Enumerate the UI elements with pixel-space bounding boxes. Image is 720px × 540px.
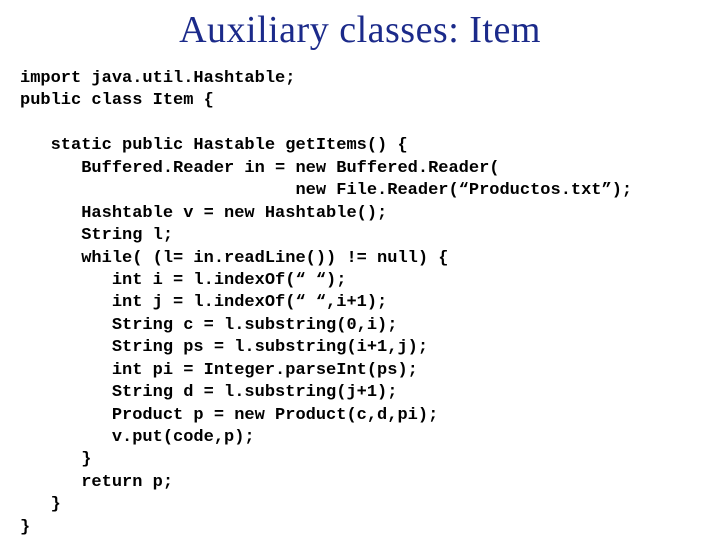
slide: Auxiliary classes: Item import java.util…	[0, 0, 720, 540]
slide-title: Auxiliary classes: Item	[20, 8, 700, 52]
code-block: import java.util.Hashtable; public class…	[20, 68, 700, 539]
